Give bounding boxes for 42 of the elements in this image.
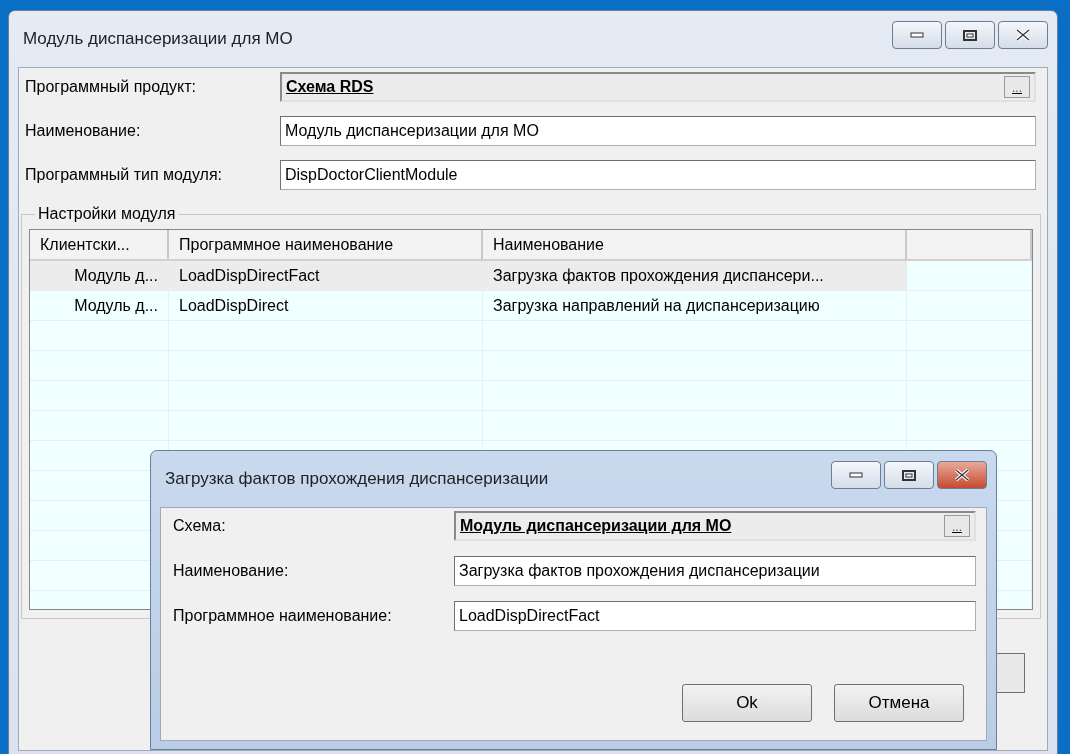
table-row[interactable]: Модуль д... LoadDispDirect Загрузка направлений на диспансеризацию xyxy=(30,291,1032,321)
window-title: Модуль диспансеризации для МО xyxy=(22,29,293,49)
close-button[interactable] xyxy=(937,461,987,489)
table-cell: Загрузка направлений на диспансеризацию xyxy=(483,291,907,320)
table-row[interactable]: Модуль д... LoadDispDirectFact Загрузка фактов прохождения диспансери... xyxy=(30,261,1032,291)
text-field[interactable]: DispDoctorClientModule xyxy=(280,160,1036,190)
dialog-button[interactable]: Ok xyxy=(682,684,812,722)
close-button[interactable] xyxy=(998,21,1048,49)
minimize-button[interactable] xyxy=(831,461,881,489)
browse-button[interactable]: ... xyxy=(944,515,970,537)
field-label: Схема: xyxy=(173,517,226,535)
text-field[interactable]: Модуль диспансеризации для МО xyxy=(280,116,1036,146)
table-cell: Модуль д... xyxy=(30,291,169,320)
field-label: Наименование: xyxy=(25,122,141,140)
table-cell: LoadDispDirect xyxy=(169,291,483,320)
field-label: Программное наименование: xyxy=(173,607,392,625)
column-header[interactable]: Программное наименование xyxy=(169,230,483,259)
maximize-icon xyxy=(963,29,977,41)
lookup-field[interactable]: Модуль диспансеризации для МО ... xyxy=(454,511,976,541)
close-icon xyxy=(1015,29,1031,41)
field-label: Программный тип модуля: xyxy=(25,166,222,184)
text-field[interactable]: Загрузка фактов прохождения диспансеризации xyxy=(454,556,976,586)
field-label: Наименование: xyxy=(173,562,289,580)
maximize-icon xyxy=(902,469,916,481)
table-cell: Модуль д... xyxy=(30,261,169,290)
table-cell: LoadDispDirectFact xyxy=(169,261,483,290)
maximize-button[interactable] xyxy=(945,21,995,49)
maximize-button[interactable] xyxy=(884,461,934,489)
column-header[interactable]: Клиентски... xyxy=(30,230,169,259)
minimize-button[interactable] xyxy=(892,21,942,49)
dialog-button[interactable]: Отмена xyxy=(834,684,964,722)
browse-button[interactable]: ... xyxy=(1004,76,1030,98)
table-cell: Загрузка фактов прохождения диспансери... xyxy=(483,261,907,290)
minimize-icon xyxy=(910,32,924,38)
minimize-icon xyxy=(849,472,863,478)
window-title: Загрузка фактов прохождения диспансеризации xyxy=(164,469,549,489)
field-label: Программный продукт: xyxy=(25,78,197,96)
close-icon xyxy=(954,469,970,481)
lookup-field[interactable]: Схема RDS ... xyxy=(280,72,1036,102)
group-title: Настройки модуля xyxy=(37,205,177,223)
text-field[interactable]: LoadDispDirectFact xyxy=(454,601,976,631)
column-header[interactable]: Наименование xyxy=(483,230,907,259)
